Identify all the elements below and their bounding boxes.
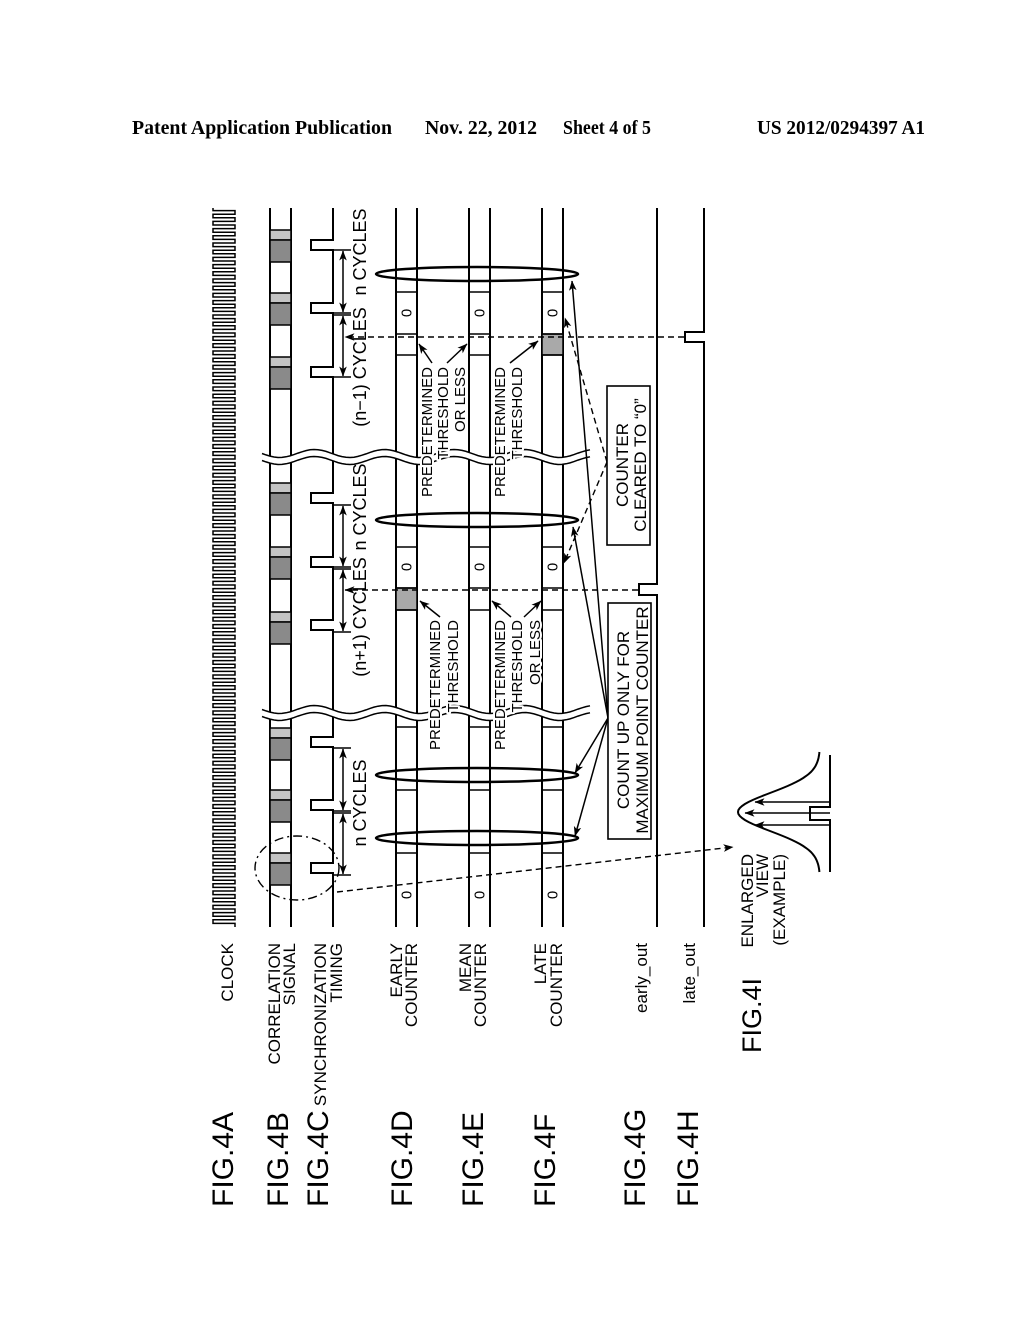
correlation-block-dark	[269, 621, 292, 645]
threshold-text: THRESHOLD	[445, 620, 462, 713]
counter-value: 0	[472, 891, 489, 899]
callout-text: MAXIMUM POINT COUNTER	[633, 606, 652, 833]
correlation-block-light	[269, 727, 292, 739]
correlation-block-light	[269, 229, 292, 241]
callout-text: CLEARED TO “0”	[631, 398, 650, 532]
sheet-number: Sheet 4 of 5	[563, 117, 651, 139]
fig-label-4c: FIG.4C	[302, 1110, 335, 1207]
threshold-text: THRESHOLD	[509, 367, 526, 460]
cycle-label-group1-interval1: n CYCLES	[350, 208, 370, 295]
counter-value: 0	[399, 309, 416, 317]
label-mean-counter-line2: COUNTER	[471, 943, 490, 1027]
patent-drawing-sheet: Patent Application Publication Nov. 22, …	[0, 0, 1024, 1320]
publication-number: US 2012/0294397 A1	[757, 117, 925, 139]
correlation-block-dark	[269, 366, 292, 390]
fig-label-4d: FIG.4D	[386, 1110, 419, 1207]
correlation-block-light	[269, 546, 292, 558]
correlation-block-dark	[269, 302, 292, 326]
correlation-block-light	[269, 789, 292, 801]
label-late-counter-line2: COUNTER	[547, 943, 566, 1027]
callout-counter-cleared: COUNTER CLEARED TO “0”	[606, 385, 651, 546]
page-header: Patent Application Publication Nov. 22, …	[132, 117, 925, 139]
correlation-block-light	[269, 482, 292, 494]
correlation-block-light	[269, 356, 292, 368]
callout-count-up: COUNT UP ONLY FOR MAXIMUM POINT COUNTER	[607, 602, 652, 840]
label-correlation-line2: SIGNAL	[280, 943, 299, 1005]
fig-label-4f: FIG.4F	[529, 1114, 562, 1207]
threshold-text: PREDETERMINED	[419, 367, 436, 497]
counter-value: 0	[545, 563, 562, 571]
fig-label-4e: FIG.4E	[457, 1112, 490, 1207]
callout-text: COUNTER	[613, 423, 632, 507]
enlarged-caption-line3: (EXAMPLE)	[770, 854, 789, 946]
fig-label-4i: FIG.4I	[737, 978, 767, 1053]
label-early-out: early_out	[632, 943, 651, 1013]
counter-value: 0	[545, 891, 562, 899]
threshold-text: PREDETERMINED	[492, 367, 509, 497]
threshold-text: THRESHOLD	[509, 620, 526, 713]
threshold-text: OR LESS	[452, 367, 469, 432]
cycle-label-group3: n CYCLES	[350, 759, 370, 846]
correlation-block-dark	[269, 239, 292, 263]
correlation-block-dark	[269, 737, 292, 761]
fig-label-4b: FIG.4B	[262, 1112, 295, 1207]
label-clock: CLOCK	[218, 942, 237, 1001]
correlation-block-dark	[269, 862, 292, 886]
publication-date: Nov. 22, 2012	[425, 117, 537, 139]
counter-value: 0	[472, 563, 489, 571]
cycle-label-group2-interval2: (n+1) CYCLES	[350, 557, 370, 677]
label-late-out: late_out	[680, 943, 699, 1004]
threshold-text: THRESHOLD	[435, 367, 452, 460]
label-sync-line2: TIMING	[327, 943, 346, 1003]
correlation-block-light	[269, 852, 292, 864]
counter-value: 0	[399, 563, 416, 571]
correlation-block-dark	[269, 799, 292, 823]
correlation-signal	[269, 208, 292, 927]
fig-label-4a: FIG.4A	[207, 1112, 240, 1207]
counter-value: 0	[472, 309, 489, 317]
correlation-block-light	[269, 611, 292, 623]
cycle-label-group2-interval1: n CYCLES	[350, 463, 370, 550]
publication-type: Patent Application Publication	[132, 117, 392, 139]
threshold-text: PREDETERMINED	[427, 620, 444, 750]
threshold-text: OR LESS	[527, 620, 544, 685]
fig-label-4h: FIG.4H	[672, 1110, 705, 1207]
threshold-text: PREDETERMINED	[492, 620, 509, 750]
counter-threshold-segment	[395, 587, 418, 611]
correlation-block-light	[269, 292, 292, 304]
callout-text: COUNT UP ONLY FOR	[614, 631, 633, 809]
counter-value: 0	[399, 891, 416, 899]
cycle-label-group1-interval2: (n−1) CYCLES	[350, 307, 370, 427]
label-early-counter-line2: COUNTER	[402, 943, 421, 1027]
fig-label-4g: FIG.4G	[619, 1109, 652, 1207]
counter-value: 0	[545, 309, 562, 317]
correlation-block-dark	[269, 556, 292, 580]
correlation-block-dark	[269, 492, 292, 516]
